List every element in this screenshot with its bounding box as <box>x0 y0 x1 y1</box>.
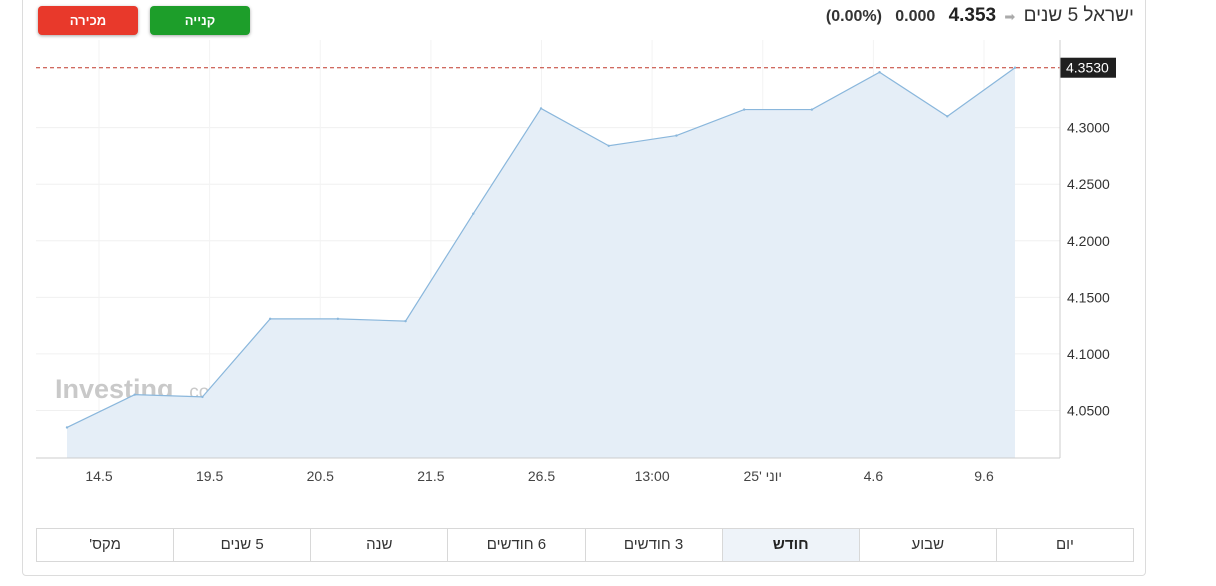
y-tick-label: 4.1000 <box>1067 346 1110 362</box>
data-point <box>133 393 136 396</box>
data-point <box>810 108 814 111</box>
x-tick-label: 14.5 <box>85 468 112 484</box>
x-tick-label: 13:00 <box>635 468 670 484</box>
last-price-label: 4.3530 <box>1066 60 1109 76</box>
y-tick-label: 4.0500 <box>1067 402 1110 418</box>
timeframe-tabs: יום שבוע חודש 3 חודשים 6 חודשים שנה 5 שנ… <box>36 528 1134 562</box>
data-point <box>878 71 881 74</box>
tab-day[interactable]: יום <box>995 529 1133 561</box>
y-tick-label: 4.1500 <box>1067 289 1110 305</box>
y-tick-label: 4.2000 <box>1067 233 1110 249</box>
data-point <box>268 317 272 321</box>
x-tick-label: יוני '25 <box>744 468 783 484</box>
x-tick-label: 9.6 <box>974 468 994 484</box>
x-tick-label: 21.5 <box>417 468 444 484</box>
data-point <box>404 319 407 323</box>
tab-3-months[interactable]: 3 חודשים <box>584 529 722 561</box>
data-point <box>65 426 69 429</box>
tab-6-months[interactable]: 6 חודשים <box>447 529 584 561</box>
y-tick-label: 4.3000 <box>1067 120 1110 136</box>
data-point <box>336 317 340 321</box>
x-tick-label: 4.6 <box>864 468 884 484</box>
data-point <box>1013 66 1017 69</box>
price-chart[interactable]: Investing .com 4.3530 4.05004.10004.1500… <box>0 0 1216 520</box>
tab-week[interactable]: שבוע <box>858 529 996 561</box>
tab-month[interactable]: חודש <box>721 529 859 561</box>
data-point <box>946 115 949 118</box>
data-point <box>607 144 610 147</box>
data-point <box>742 108 746 111</box>
tab-5-years[interactable]: 5 שנים <box>173 529 310 561</box>
data-point <box>472 212 475 215</box>
x-tick-label: 19.5 <box>196 468 223 484</box>
tab-max[interactable]: מקס' <box>37 529 173 561</box>
data-point <box>539 107 543 110</box>
data-point <box>675 134 678 137</box>
y-tick-label: 4.2500 <box>1067 176 1110 192</box>
data-point <box>201 395 204 399</box>
x-tick-label: 20.5 <box>307 468 334 484</box>
x-tick-label: 26.5 <box>528 468 555 484</box>
tab-year[interactable]: שנה <box>310 529 447 561</box>
